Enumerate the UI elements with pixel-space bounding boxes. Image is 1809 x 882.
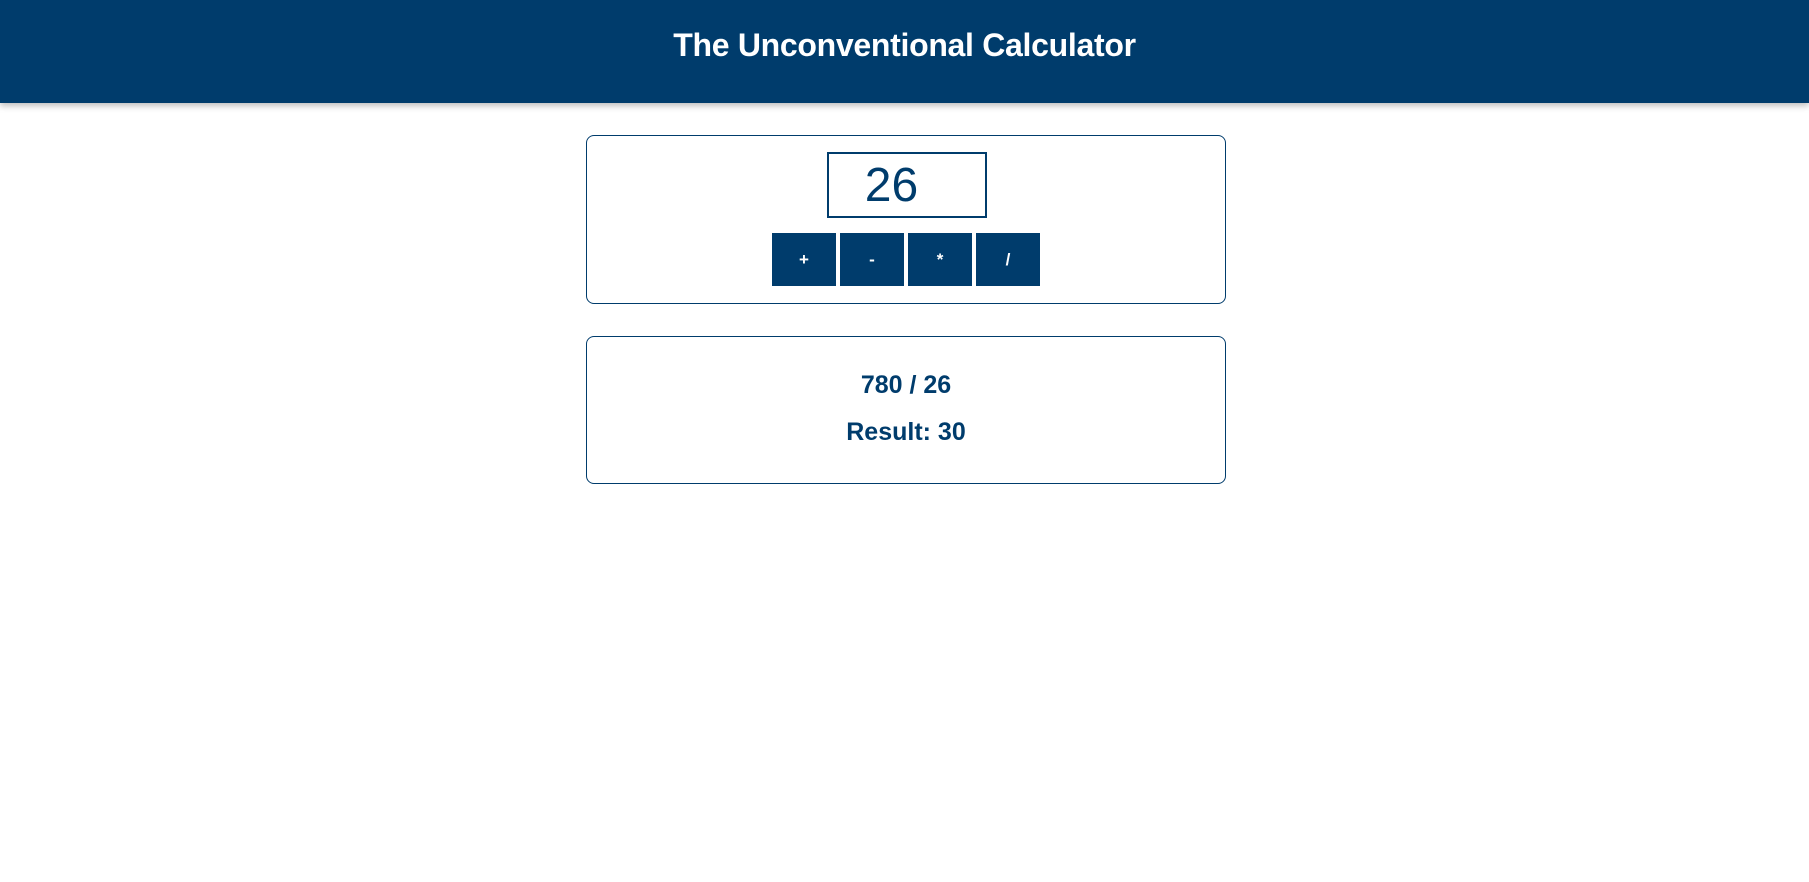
app-title: The Unconventional Calculator [673, 27, 1136, 63]
output-card: 780 / 26 Result: 30 [586, 336, 1226, 484]
operation-buttons: + - * / [772, 233, 1040, 286]
input-card: + - * / [586, 135, 1226, 304]
subtract-button[interactable]: - [840, 233, 904, 286]
divide-button[interactable]: / [976, 233, 1040, 286]
number-input[interactable] [827, 152, 987, 218]
calculation-result: Result: 30 [846, 418, 966, 446]
add-button[interactable]: + [772, 233, 836, 286]
calculation-expression: 780 / 26 [860, 371, 952, 399]
app-header: The Unconventional Calculator [0, 0, 1809, 103]
multiply-button[interactable]: * [908, 233, 972, 286]
